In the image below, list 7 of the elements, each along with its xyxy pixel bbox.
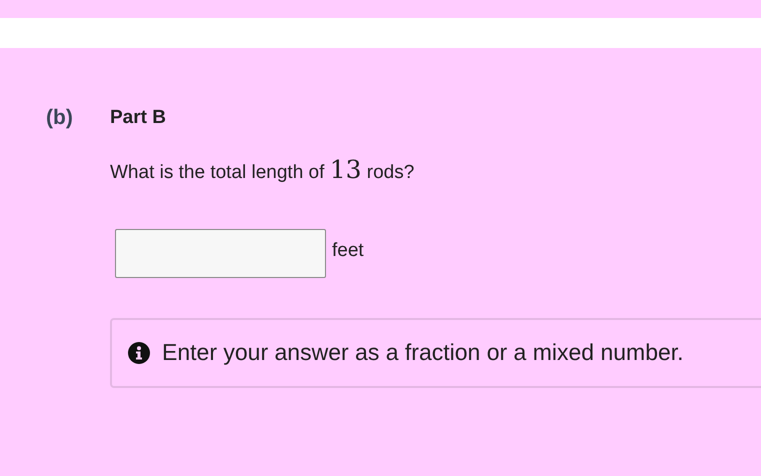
answer-field[interactable]: [115, 228, 326, 278]
part-label: (b): [46, 106, 74, 131]
unit-label: feet: [332, 238, 364, 262]
info-icon: [128, 342, 150, 364]
part-title: Part B: [110, 106, 167, 130]
hint-text: Enter your answer as a fraction or a mixed number.: [162, 338, 684, 368]
question-text: What is the total length of 13 rods?: [110, 154, 416, 186]
